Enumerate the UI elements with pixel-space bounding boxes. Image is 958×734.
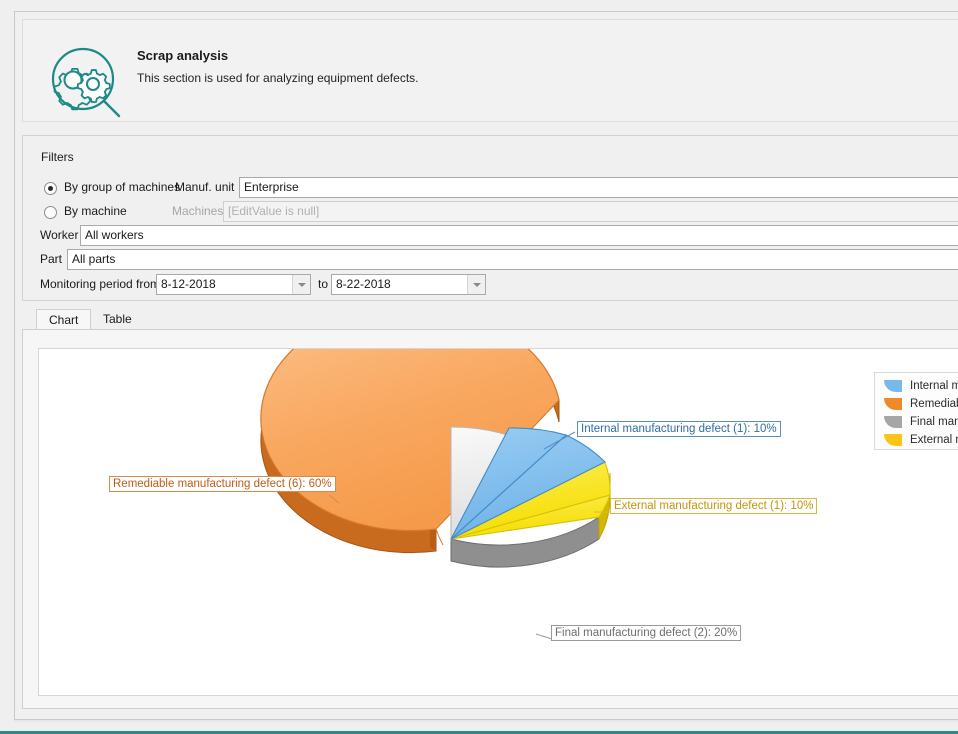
status-divider bbox=[14, 720, 958, 722]
radio-by-machine[interactable] bbox=[44, 206, 57, 219]
legend-label-remediable: Remediable man bbox=[910, 398, 958, 410]
label-period-to: to bbox=[318, 277, 329, 291]
page-title: Scrap analysis bbox=[137, 48, 229, 63]
chevron-down-icon-date-to[interactable] bbox=[467, 275, 485, 294]
label-part: Part bbox=[40, 252, 63, 266]
part-input[interactable]: All parts bbox=[67, 249, 958, 270]
pie-chart-graphic bbox=[260, 349, 615, 640]
label-monitoring-period: Monitoring period from bbox=[40, 277, 161, 291]
clipped-top-text-glyphs: .......... bbox=[148, 0, 181, 2]
date-to-value: 8-22-2018 bbox=[336, 277, 391, 291]
machines-input[interactable]: [EditValue is null] bbox=[223, 201, 958, 222]
tab-table[interactable]: Table bbox=[91, 309, 146, 329]
pie-chart-canvas: Internal manufacturing defect (1): 10% E… bbox=[38, 348, 958, 696]
radio-by-group-of-machines[interactable] bbox=[44, 182, 57, 195]
chevron-down-icon-date-from[interactable] bbox=[292, 275, 310, 294]
chart-legend: Internal manufac Remediable man Final ma… bbox=[874, 372, 958, 450]
chart-tab-panel: Internal manufacturing defect (1): 10% E… bbox=[22, 329, 958, 709]
data-label-remediable-defect: Remediable manufacturing defect (6): 60% bbox=[109, 476, 336, 492]
label-by-machine: By machine bbox=[64, 204, 127, 218]
legend-label-final: Final manufactur bbox=[910, 416, 958, 428]
data-label-internal-defect: Internal manufacturing defect (1): 10% bbox=[577, 421, 781, 437]
label-machines: Machines bbox=[172, 204, 224, 218]
legend-swatch-remediable-icon bbox=[884, 398, 902, 410]
tab-chart[interactable]: Chart bbox=[36, 309, 91, 329]
gear-magnifier-icon bbox=[45, 46, 129, 118]
legend-label-external: External manufac bbox=[910, 434, 958, 446]
app-root: .......... Scrap analysis This section i… bbox=[0, 0, 958, 734]
manuf-unit-input[interactable]: Enterprise bbox=[239, 177, 958, 198]
section-header: Scrap analysis This section is used for … bbox=[22, 19, 958, 122]
date-from-combo[interactable]: 8-12-2018 bbox=[156, 274, 311, 295]
label-worker: Worker bbox=[40, 228, 79, 242]
legend-swatch-final-icon bbox=[884, 416, 902, 428]
legend-label-internal: Internal manufac bbox=[910, 380, 958, 392]
tabstrip: Chart Table bbox=[22, 309, 958, 329]
legend-swatch-external-icon bbox=[884, 434, 902, 446]
label-by-group-of-machines: By group of machines bbox=[64, 180, 181, 194]
legend-swatch-internal-icon bbox=[884, 380, 902, 392]
worker-input[interactable]: All workers bbox=[80, 225, 958, 246]
clipped-top-text: .......... bbox=[0, 0, 958, 11]
filters-legend-label: Filters bbox=[37, 150, 78, 164]
label-manuf-unit: Manuf. unit bbox=[175, 180, 235, 194]
date-to-combo[interactable]: 8-22-2018 bbox=[331, 274, 486, 295]
data-label-final-defect: Final manufacturing defect (2): 20% bbox=[551, 625, 742, 641]
main-window: Scrap analysis This section is used for … bbox=[14, 11, 958, 720]
date-from-value: 8-12-2018 bbox=[161, 277, 216, 291]
data-label-external-defect: External manufacturing defect (1): 10% bbox=[610, 498, 818, 514]
page-subtitle: This section is used for analyzing equip… bbox=[137, 71, 419, 85]
